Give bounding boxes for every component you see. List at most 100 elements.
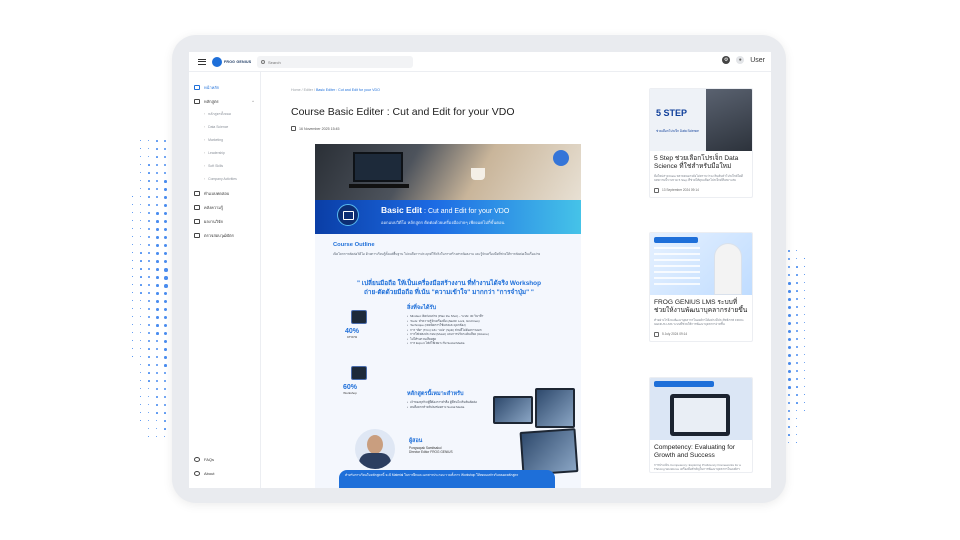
page-title: Course Basic Editer : Cut and Edit for y… <box>291 106 515 118</box>
decorative-dot <box>148 196 150 198</box>
decorative-dot <box>140 324 142 326</box>
decorative-dot <box>164 276 168 280</box>
decorative-dot <box>804 298 806 300</box>
frog-genius-logo-icon <box>212 56 222 67</box>
settings-icon[interactable]: ⚙ <box>722 56 731 64</box>
decorative-dot <box>132 252 133 253</box>
sidebar-item-courses[interactable]: หลักสูตร ^ <box>189 94 260 108</box>
decorative-dot <box>156 380 158 382</box>
decorative-dot <box>140 212 142 214</box>
decorative-dot <box>164 340 167 343</box>
article-main: Home / Editer / Basic Editer : Cut and E… <box>261 72 641 488</box>
decorative-dot <box>140 156 141 157</box>
breadcrumb-home[interactable]: Home <box>291 88 301 92</box>
breadcrumb-editer[interactable]: Editer <box>304 88 313 92</box>
suit-list: เจ้าของธุรกิจ/ผู้ที่ต้องการทำสื่อ ผู้ที่… <box>407 400 507 409</box>
decorative-dot <box>132 212 133 213</box>
sidebar-subitem[interactable]: หลักสูตรทั้งหมด <box>189 108 260 121</box>
banner-title: Basic Edit : Cut and Edit for your VDO <box>381 205 510 215</box>
decorative-dot <box>148 316 151 319</box>
decorative-dot <box>140 284 142 286</box>
sidebar-item-research[interactable]: ผลงานวิจัย <box>189 214 260 228</box>
decorative-dot <box>156 236 159 239</box>
card-title[interactable]: FROG GENIUS LMS ระบบที่ช่วยให้งานพัฒนาบุ… <box>650 295 752 315</box>
decorative-dot <box>140 140 141 141</box>
home-icon <box>194 84 200 90</box>
decorative-dot <box>164 412 166 414</box>
decorative-dot <box>804 290 805 291</box>
decorative-dot <box>788 370 791 373</box>
search-icon <box>261 60 265 64</box>
decorative-dot <box>132 308 133 309</box>
decorative-dot <box>148 236 151 239</box>
search-input[interactable] <box>268 59 388 65</box>
decorative-dot <box>804 330 806 332</box>
search-box[interactable] <box>257 56 413 68</box>
menu-icon[interactable] <box>198 58 206 65</box>
decorative-dot <box>132 276 133 277</box>
decorative-dot <box>148 324 151 327</box>
logo-text: FROG GENIUS <box>224 59 252 64</box>
outline-text: เปิดโลกการตัดต่อวิดีโอ ด้วยการเรียนรู้ตั… <box>333 252 541 256</box>
decorative-dot <box>156 260 159 263</box>
decorative-dot <box>164 172 167 175</box>
card-thumbnail: 5 STEP ช่วยเลือกโปรเจ็ก Data Science <box>650 89 752 151</box>
decorative-dot <box>788 418 790 420</box>
gain-list: Mindset: คิดก่อนถ่าย (Plan the Shot) – ร… <box>407 314 577 346</box>
thumbnail-photo <box>706 89 752 151</box>
decorative-dot <box>804 258 805 259</box>
list-item: การ Export ไฟล์ให้เหมาะกับ Social Media <box>407 341 577 346</box>
card-title[interactable]: Competency: Evaluating for Growth and Su… <box>650 440 752 460</box>
article-card[interactable]: FROG GENIUS LMS ระบบที่ช่วยให้งานพัฒนาบุ… <box>649 232 753 342</box>
sidebar-item-faqs[interactable]: FAQs <box>189 452 261 466</box>
course-poster: Basic Edit : Cut and Edit for your VDO อ… <box>315 144 581 488</box>
poster-quote: " เปลี่ยนมือถือ ให้เป็นเครื่องมือสร้างงา… <box>339 280 559 297</box>
sidebar-subitem[interactable]: Soft Skills <box>189 160 260 173</box>
decorative-dot <box>788 290 791 293</box>
card-title[interactable]: 5 Step ช่วยเลือกโปรเจ็ก Data Science ที่… <box>650 151 752 171</box>
sidebar-item-certificate[interactable]: ตรวจสอบวุฒิบัตร <box>189 228 260 242</box>
sidebar-subitem[interactable]: Marketing <box>189 134 260 147</box>
article-card[interactable]: 5 STEP ช่วยเลือกโปรเจ็ก Data Science 5 S… <box>649 88 753 198</box>
decorative-dot <box>156 388 158 390</box>
decorative-dot <box>140 244 142 246</box>
decorative-dot <box>148 308 151 311</box>
sidebar-item-home[interactable]: หน้าหลัก <box>189 80 260 94</box>
sidebar-item-quiz[interactable]: ทำแบบทดสอบ <box>189 186 260 200</box>
decorative-dot <box>804 306 806 308</box>
card-date: 5 July 2024 09:14 <box>650 327 752 341</box>
decorative-dot <box>164 372 167 375</box>
user-label[interactable]: User <box>750 57 765 64</box>
sidebar-subitem[interactable]: Company Activities <box>189 173 260 186</box>
decorative-dot <box>164 388 167 391</box>
lecture-percent: 40% บรรยาย <box>345 328 360 339</box>
decorative-dot <box>140 148 141 149</box>
decorative-dot <box>140 308 142 310</box>
decorative-dot <box>796 434 798 436</box>
sidebar-subitem[interactable]: Data Science <box>189 121 260 134</box>
decorative-dot <box>132 204 133 205</box>
decorative-dot <box>148 292 151 295</box>
decorative-dot <box>148 228 151 231</box>
workshop-percent: 60% Workshop <box>343 384 358 395</box>
decorative-dot <box>148 348 150 350</box>
decorative-dot <box>796 266 798 268</box>
knowledge-icon <box>194 204 200 210</box>
quote-line: ถ่าย-ตัดด้วยมือถือ ที่เน้น "ความเข้าใจ" … <box>364 288 534 296</box>
decorative-dot <box>148 420 150 422</box>
article-card[interactable]: Competency: Evaluating for Growth and Su… <box>649 377 753 473</box>
app-screen: FROG GENIUS ⚙ ● User หน้าหลัก หลักสูตร ^… <box>189 52 771 488</box>
decorative-dot <box>804 346 806 348</box>
decorative-dot <box>788 274 791 277</box>
decorative-dot <box>140 396 141 397</box>
sidebar-item-about[interactable]: About <box>189 466 261 480</box>
sidebar-item-label: ตรวจสอบวุฒิบัตร <box>204 232 234 238</box>
sidebar-item-label: About <box>204 470 215 476</box>
decorative-dot <box>148 252 151 255</box>
sidebar-item-knowledge[interactable]: คลังความรู้ <box>189 200 260 214</box>
sidebar-subitem[interactable]: Leadership <box>189 147 260 160</box>
decorative-dot <box>156 268 159 271</box>
decorative-dot <box>140 220 142 222</box>
app-logo[interactable]: FROG GENIUS <box>212 56 252 67</box>
user-avatar-icon[interactable]: ● <box>736 56 745 64</box>
